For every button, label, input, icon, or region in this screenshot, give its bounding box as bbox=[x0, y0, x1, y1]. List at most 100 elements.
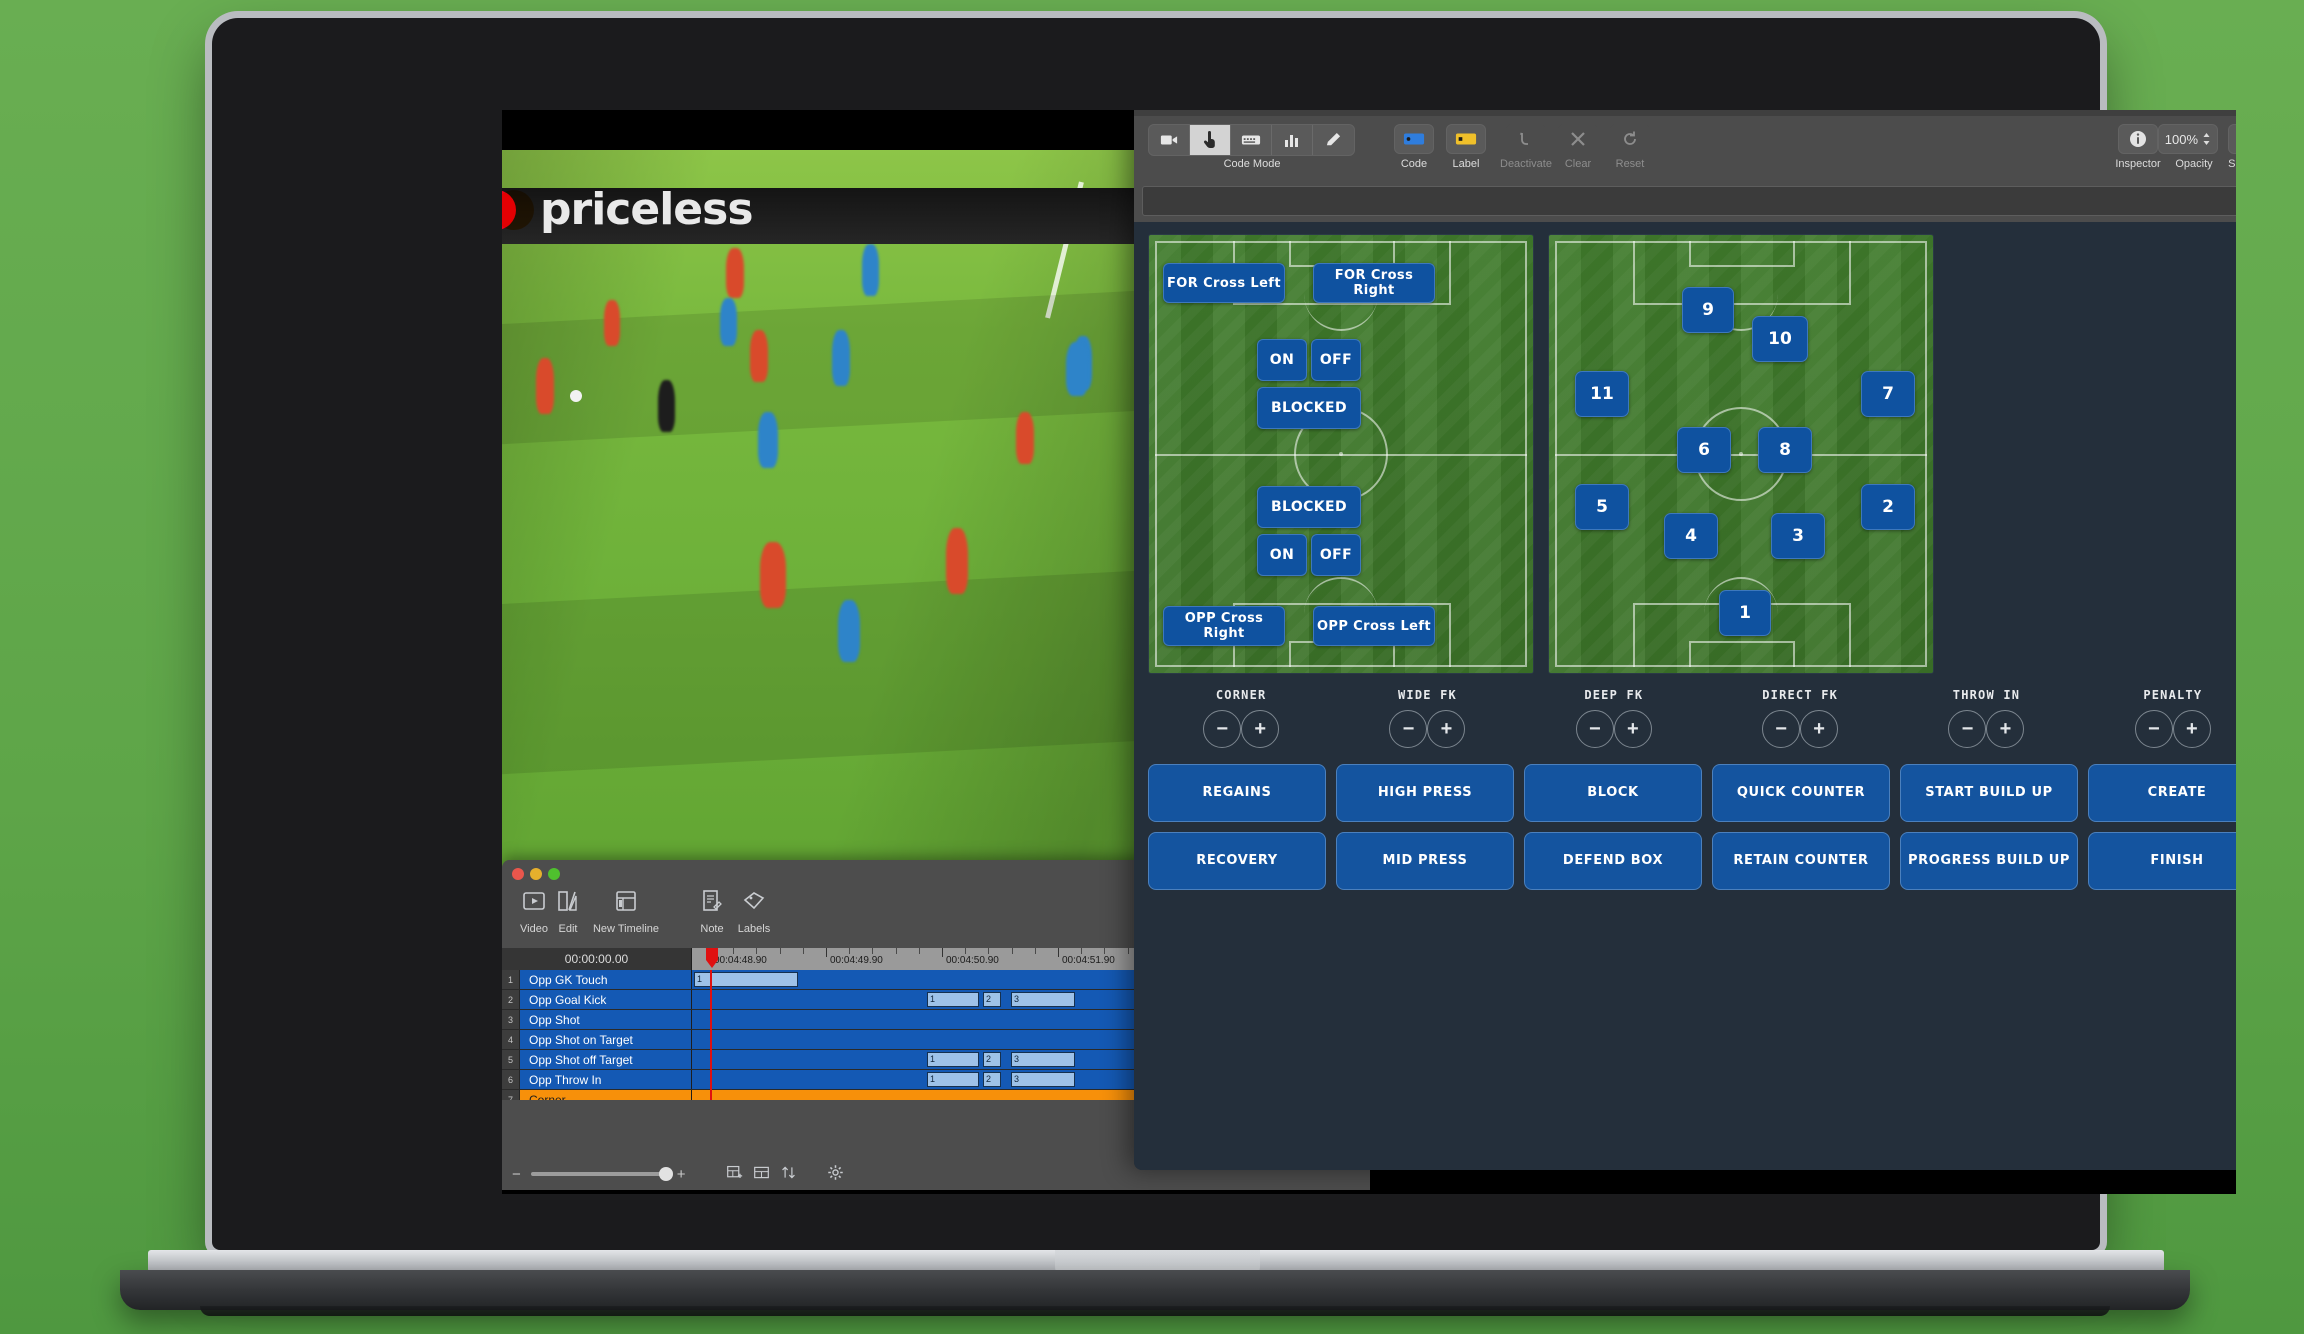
counter-increment-button[interactable]: + bbox=[2173, 710, 2211, 748]
counter-increment-button[interactable]: + bbox=[1427, 710, 1465, 748]
timeline-clip[interactable]: 2 bbox=[983, 1052, 1001, 1067]
add-row-icon[interactable] bbox=[726, 1164, 743, 1184]
counter-decrement-button[interactable]: − bbox=[1203, 710, 1241, 748]
pitch-action-button[interactable]: FOR Cross Left bbox=[1163, 263, 1285, 303]
zoom-out-button[interactable]: − bbox=[512, 1167, 521, 1182]
zoom-slider-knob[interactable] bbox=[659, 1167, 673, 1181]
action-button[interactable]: QUICK COUNTER bbox=[1712, 764, 1890, 822]
opacity-stepper[interactable]: 100% bbox=[2158, 124, 2218, 154]
player-position-button[interactable]: 2 bbox=[1861, 484, 1915, 530]
action-button[interactable]: DEFEND BOX bbox=[1524, 832, 1702, 890]
inspector-button[interactable] bbox=[2118, 124, 2158, 154]
pitch-action-button[interactable]: ON bbox=[1257, 339, 1307, 381]
zoom-slider[interactable] bbox=[531, 1172, 667, 1176]
counter-decrement-button[interactable]: − bbox=[1948, 710, 1986, 748]
player-position-button[interactable]: 7 bbox=[1861, 371, 1915, 417]
ruler-tick bbox=[803, 948, 804, 954]
pitch-action-button[interactable]: OFF bbox=[1311, 339, 1361, 381]
bar-chart-icon[interactable] bbox=[1272, 125, 1313, 155]
deactivate-button[interactable] bbox=[1506, 124, 1546, 154]
gear-icon[interactable] bbox=[827, 1164, 844, 1184]
pointer-hand-icon[interactable] bbox=[1190, 125, 1231, 155]
timeline-row-label[interactable]: Opp GK Touch bbox=[520, 970, 692, 989]
counter-decrement-button[interactable]: − bbox=[1576, 710, 1614, 748]
coder-search-input[interactable] bbox=[1142, 186, 2236, 216]
counter-increment-button[interactable]: + bbox=[1241, 710, 1279, 748]
timeline-clip[interactable]: 1 bbox=[927, 1052, 979, 1067]
reset-button[interactable] bbox=[1610, 124, 1650, 154]
timeline-clip[interactable]: 3 bbox=[1011, 1072, 1075, 1087]
timeline-tool-label: New Timeline bbox=[578, 923, 674, 935]
timeline-zoom-button[interactable] bbox=[548, 868, 560, 880]
video-camera-icon[interactable] bbox=[1149, 125, 1190, 155]
counter-decrement-button[interactable]: − bbox=[1762, 710, 1800, 748]
player-position-button[interactable]: 3 bbox=[1771, 513, 1825, 559]
zoom-in-button[interactable]: + bbox=[677, 1167, 686, 1182]
action-button[interactable]: REGAINS bbox=[1148, 764, 1326, 822]
player-position-button[interactable]: 8 bbox=[1758, 427, 1812, 473]
coder-window[interactable]: HDL vs CLF - Dec 26 bbox=[1134, 110, 2236, 1170]
layout-icon[interactable] bbox=[753, 1164, 770, 1184]
timeline-minimize-button[interactable] bbox=[530, 868, 542, 880]
label-button[interactable] bbox=[1446, 124, 1486, 154]
player-position-button[interactable]: 10 bbox=[1752, 316, 1808, 362]
player-position-button[interactable]: 6 bbox=[1677, 427, 1731, 473]
timeline-row-label[interactable]: Corner bbox=[520, 1090, 692, 1100]
timeline-row-label[interactable]: Opp Shot bbox=[520, 1010, 692, 1029]
action-button[interactable]: HIGH PRESS bbox=[1336, 764, 1514, 822]
action-button[interactable]: CREATE bbox=[2088, 764, 2236, 822]
timeline-row-label[interactable]: Opp Shot off Target bbox=[520, 1050, 692, 1069]
sort-icon[interactable] bbox=[780, 1164, 797, 1184]
video-player-figure bbox=[604, 300, 620, 346]
timeline-clip[interactable]: 2 bbox=[983, 992, 1001, 1007]
pitch-action-button[interactable]: ON bbox=[1257, 534, 1307, 576]
action-button[interactable]: RECOVERY bbox=[1148, 832, 1326, 890]
laptop-screen: priceless HDL vs CLF Video bbox=[502, 110, 2236, 1194]
action-button[interactable]: BLOCK bbox=[1524, 764, 1702, 822]
timeline-tool-labels[interactable]: Labels bbox=[722, 888, 786, 935]
keyboard-icon[interactable] bbox=[1231, 125, 1272, 155]
timeline-row-label[interactable]: Opp Goal Kick bbox=[520, 990, 692, 1009]
settings-button[interactable] bbox=[2228, 124, 2236, 154]
left-pitch-panel[interactable]: FOR Cross LeftFOR Cross RightONOFFBLOCKE… bbox=[1148, 234, 1534, 674]
counter-increment-button[interactable]: + bbox=[1986, 710, 2024, 748]
playhead[interactable] bbox=[710, 970, 712, 1100]
timeline-clip[interactable]: 2 bbox=[983, 1072, 1001, 1087]
counter-decrement-button[interactable]: − bbox=[1389, 710, 1427, 748]
clear-button[interactable] bbox=[1558, 124, 1598, 154]
pitch-action-button[interactable]: OPP Cross Left bbox=[1313, 606, 1435, 646]
pencil-icon[interactable] bbox=[1313, 125, 1354, 155]
timeline-clip[interactable]: 1 bbox=[927, 1072, 979, 1087]
ruler-time-label: 00:04:48.90 bbox=[714, 955, 767, 966]
right-pitch-panel[interactable]: 9 10 11 7 68 5 2 4 31 bbox=[1548, 234, 1934, 674]
action-button[interactable]: START BUILD UP bbox=[1900, 764, 2078, 822]
player-position-button[interactable]: 1 bbox=[1719, 590, 1771, 636]
counter-increment-button[interactable]: + bbox=[1614, 710, 1652, 748]
action-button[interactable]: MID PRESS bbox=[1336, 832, 1514, 890]
player-position-button[interactable]: 5 bbox=[1575, 484, 1629, 530]
pitch-action-button[interactable]: OPP Cross Right bbox=[1163, 606, 1285, 646]
timeline-clip[interactable]: 3 bbox=[1011, 1052, 1075, 1067]
pitch-action-button[interactable]: BLOCKED bbox=[1257, 387, 1361, 429]
action-button[interactable]: PROGRESS BUILD UP bbox=[1900, 832, 2078, 890]
pitch-action-button[interactable]: FOR Cross Right bbox=[1313, 263, 1435, 303]
timeline-tool-new-timeline[interactable]: New Timeline bbox=[578, 888, 674, 935]
action-button[interactable]: RETAIN COUNTER bbox=[1712, 832, 1890, 890]
counter-decrement-button[interactable]: − bbox=[2135, 710, 2173, 748]
timeline-row-label[interactable]: Opp Shot on Target bbox=[520, 1030, 692, 1049]
timeline-close-button[interactable] bbox=[512, 868, 524, 880]
pitch-action-button[interactable]: BLOCKED bbox=[1257, 486, 1361, 528]
ruler-time-label: 00:04:51.90 bbox=[1062, 955, 1115, 966]
player-position-button[interactable]: 11 bbox=[1575, 371, 1629, 417]
pitch-action-button[interactable]: OFF bbox=[1311, 534, 1361, 576]
timeline-clip[interactable]: 1 bbox=[927, 992, 979, 1007]
code-button[interactable] bbox=[1394, 124, 1434, 154]
code-mode-segmented-control[interactable] bbox=[1148, 124, 1355, 156]
counter-increment-button[interactable]: + bbox=[1800, 710, 1838, 748]
deactivate-label: Deactivate bbox=[1492, 158, 1560, 170]
player-position-button[interactable]: 9 bbox=[1682, 287, 1734, 333]
timeline-clip[interactable]: 3 bbox=[1011, 992, 1075, 1007]
action-button[interactable]: FINISH bbox=[2088, 832, 2236, 890]
player-position-button[interactable]: 4 bbox=[1664, 513, 1718, 559]
timeline-row-label[interactable]: Opp Throw In bbox=[520, 1070, 692, 1089]
